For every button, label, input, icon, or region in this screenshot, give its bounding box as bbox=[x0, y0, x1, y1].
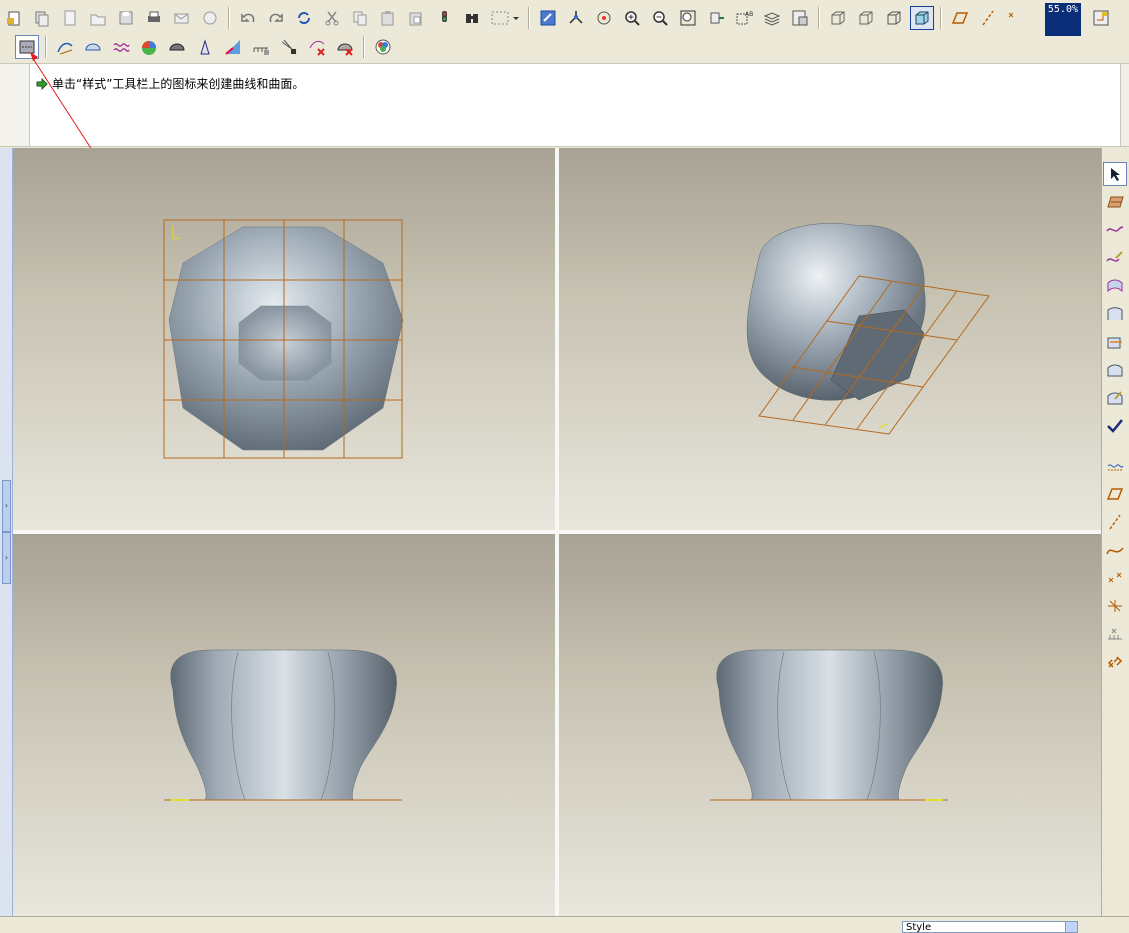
main-toolbar: AB 55.0% bbox=[0, 3, 1129, 36]
filter-select[interactable]: Style bbox=[902, 921, 1078, 933]
surface-edit-icon[interactable] bbox=[1103, 358, 1127, 382]
sketched-curve-icon[interactable] bbox=[1103, 538, 1127, 562]
viewport-divider-horizontal[interactable] bbox=[13, 530, 1101, 534]
datum-axes-icon[interactable] bbox=[976, 6, 1000, 30]
message-line: 单击“样式”工具栏上的图标来创建曲线和曲面。 bbox=[36, 75, 304, 92]
message-text: 单击“样式”工具栏上的图标来创建曲线和曲面。 bbox=[52, 77, 305, 91]
datum-planes-icon[interactable] bbox=[948, 6, 972, 30]
active-plane-icon[interactable] bbox=[1103, 190, 1127, 214]
delete-analysis-icon[interactable] bbox=[305, 35, 329, 59]
csys-icon[interactable] bbox=[1103, 594, 1127, 618]
filter-select-value: Style bbox=[906, 922, 932, 933]
svg-text:AB: AB bbox=[745, 11, 753, 18]
saved-views-icon[interactable]: AB bbox=[732, 6, 756, 30]
offset-analysis-icon[interactable] bbox=[277, 35, 301, 59]
layers-icon[interactable] bbox=[760, 6, 784, 30]
orient-icon[interactable] bbox=[564, 6, 588, 30]
model-display-icon[interactable] bbox=[788, 6, 812, 30]
surface-shade-icon[interactable] bbox=[165, 35, 189, 59]
redo-icon[interactable] bbox=[264, 6, 288, 30]
style-feature-toolbar bbox=[1101, 148, 1129, 916]
send-link-icon[interactable] bbox=[198, 6, 222, 30]
wireframe-icon[interactable] bbox=[826, 6, 850, 30]
blank-page-icon[interactable] bbox=[58, 6, 82, 30]
arrow-right-icon bbox=[36, 77, 48, 90]
save-icon[interactable] bbox=[114, 6, 138, 30]
curvature-analysis-icon[interactable] bbox=[193, 35, 217, 59]
copy-icon[interactable] bbox=[348, 6, 372, 30]
repaint-icon[interactable] bbox=[536, 6, 560, 30]
navigator-collapse-strip: › › bbox=[0, 148, 13, 916]
viewport-top[interactable] bbox=[13, 148, 555, 530]
wave-curve-icon[interactable] bbox=[109, 35, 133, 59]
hidden-line-icon[interactable] bbox=[854, 6, 878, 30]
undo-icon[interactable] bbox=[236, 6, 260, 30]
style-toolbar bbox=[0, 32, 420, 62]
copy-file-icon[interactable] bbox=[30, 6, 54, 30]
section-analysis-icon[interactable] bbox=[249, 35, 273, 59]
analysis-datum-icon[interactable] bbox=[1103, 622, 1127, 646]
status-bar: Style bbox=[0, 916, 1129, 933]
print-icon[interactable] bbox=[142, 6, 166, 30]
datum-point-icon[interactable] bbox=[1103, 566, 1127, 590]
selection-filter-icon[interactable] bbox=[488, 6, 522, 30]
viewport-side[interactable] bbox=[559, 534, 1101, 916]
open-folder-icon[interactable] bbox=[86, 6, 110, 30]
edit-curve-icon[interactable] bbox=[1103, 246, 1127, 270]
model-body bbox=[716, 649, 943, 801]
spin-center-icon[interactable] bbox=[592, 6, 616, 30]
send-mail-icon[interactable] bbox=[170, 6, 194, 30]
expand-browser-tab[interactable]: › bbox=[2, 532, 11, 584]
select-arrow-icon[interactable] bbox=[1103, 162, 1127, 186]
zoom-readout: 55.0% bbox=[1045, 3, 1081, 36]
chevron-down-icon bbox=[1065, 922, 1077, 932]
cut-icon[interactable] bbox=[320, 6, 344, 30]
message-scrollbar[interactable] bbox=[1120, 64, 1129, 146]
model-inner-face bbox=[238, 305, 332, 381]
done-check-icon[interactable] bbox=[1103, 414, 1127, 438]
zoom-in-icon[interactable] bbox=[620, 6, 644, 30]
shading-icon[interactable] bbox=[910, 6, 934, 30]
curve-on-surface-icon[interactable] bbox=[1103, 386, 1127, 410]
view-manager-icon[interactable] bbox=[704, 6, 728, 30]
create-curve-icon[interactable] bbox=[1103, 218, 1127, 242]
appearance-icon[interactable] bbox=[371, 35, 395, 59]
find-icon[interactable] bbox=[460, 6, 484, 30]
reflection-icon[interactable] bbox=[221, 35, 245, 59]
surface-trim-icon[interactable] bbox=[1103, 330, 1127, 354]
surface-color-icon[interactable] bbox=[137, 35, 161, 59]
no-hidden-icon[interactable] bbox=[882, 6, 906, 30]
model-body bbox=[170, 649, 397, 801]
regenerate-icon[interactable] bbox=[292, 6, 316, 30]
expand-navigator-tab[interactable]: › bbox=[2, 480, 11, 532]
datum-points-icon[interactable] bbox=[1004, 6, 1028, 30]
coordinate-systems-icon[interactable] bbox=[1089, 6, 1113, 30]
axis-icon[interactable] bbox=[1103, 510, 1127, 534]
new-file-icon[interactable] bbox=[2, 6, 26, 30]
message-area: 单击“样式”工具栏上的图标来创建曲线和曲面。 bbox=[0, 63, 1129, 147]
viewport-front[interactable] bbox=[13, 534, 555, 916]
chain-link-icon[interactable] bbox=[1103, 650, 1127, 674]
zoom-out-icon[interactable] bbox=[648, 6, 672, 30]
refit-icon[interactable] bbox=[676, 6, 700, 30]
paste-icon[interactable] bbox=[376, 6, 400, 30]
csys-marker bbox=[172, 226, 180, 239]
traffic-light-icon[interactable] bbox=[432, 6, 456, 30]
datum-plane-display-icon[interactable] bbox=[1103, 454, 1127, 478]
viewport-isometric[interactable] bbox=[559, 148, 1101, 530]
delete-all-analysis-icon[interactable] bbox=[333, 35, 357, 59]
curve-tool-icon[interactable] bbox=[53, 35, 77, 59]
paste-special-icon[interactable] bbox=[404, 6, 428, 30]
surface-connect-icon[interactable] bbox=[1103, 302, 1127, 326]
plane-icon[interactable] bbox=[1103, 482, 1127, 506]
circle-tool-icon[interactable] bbox=[81, 35, 105, 59]
style-tool-icon[interactable] bbox=[15, 35, 39, 59]
boundary-surface-icon[interactable] bbox=[1103, 274, 1127, 298]
